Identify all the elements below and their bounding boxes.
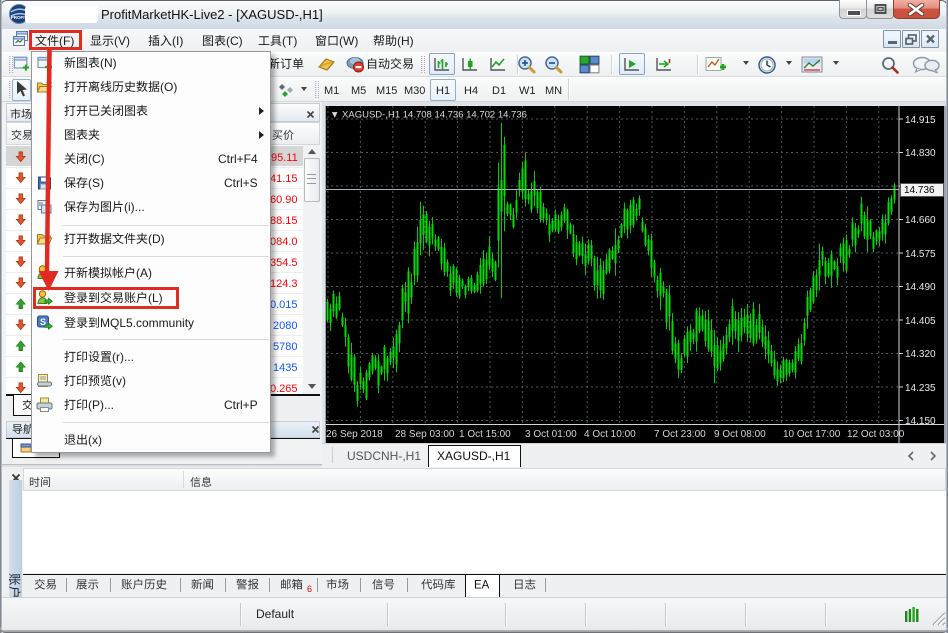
svg-text:2080: 2080 — [273, 320, 297, 332]
svg-text:14.915: 14.915 — [905, 115, 936, 126]
svg-text:M15: M15 — [376, 85, 397, 97]
svg-text:M5: M5 — [351, 85, 366, 97]
svg-text:EA: EA — [474, 580, 490, 592]
svg-text:(D): (D) — [148, 232, 165, 246]
svg-text:▼ XAGUSD-,H1 14.708 14.736 14.: ▼ XAGUSD-,H1 14.708 14.736 14.702 14.736 — [330, 110, 527, 121]
svg-text:14.320: 14.320 — [905, 349, 936, 360]
svg-text:XAGUSD-,H1: XAGUSD-,H1 — [437, 449, 511, 463]
svg-text:(V): (V) — [114, 34, 130, 48]
svg-text:9 Oct 08:00: 9 Oct 08:00 — [714, 429, 766, 440]
svg-text:Ctrl+P: Ctrl+P — [224, 398, 258, 412]
svg-text:D1: D1 — [492, 85, 506, 97]
svg-text:12 Oct 03:00: 12 Oct 03:00 — [847, 429, 905, 440]
svg-text:(i)...: (i)... — [124, 200, 145, 214]
svg-text:14.660: 14.660 — [905, 215, 936, 226]
svg-text:(P)...: (P)... — [88, 398, 114, 412]
svg-text:6: 6 — [307, 584, 312, 594]
svg-text:(W): (W) — [339, 34, 358, 48]
svg-text:(x): (x) — [88, 433, 102, 447]
svg-text:MQL5.community: MQL5.community — [100, 316, 194, 330]
svg-text:5780: 5780 — [273, 341, 297, 353]
svg-text:(C): (C) — [88, 152, 105, 166]
svg-text:7 Oct 23:00: 7 Oct 23:00 — [654, 429, 706, 440]
svg-text:Ctrl+F4: Ctrl+F4 — [218, 152, 258, 166]
svg-text:14.490: 14.490 — [905, 282, 936, 293]
svg-text:1 Oct 15:00: 1 Oct 15:00 — [459, 429, 511, 440]
svg-text:(H): (H) — [397, 34, 414, 48]
svg-text:(A): (A) — [136, 266, 152, 280]
svg-text:W1: W1 — [519, 85, 536, 97]
svg-text:14.575: 14.575 — [905, 249, 936, 260]
svg-text:28 Sep 03:00: 28 Sep 03:00 — [395, 429, 455, 440]
svg-text:(O): (O) — [160, 80, 177, 94]
svg-text:14.405: 14.405 — [905, 316, 936, 327]
svg-text:14.830: 14.830 — [905, 148, 936, 159]
svg-text:14.736: 14.736 — [904, 185, 935, 196]
svg-text:(T): (T) — [282, 34, 297, 48]
svg-text:26 Sep 2018: 26 Sep 2018 — [326, 429, 383, 440]
svg-text:4 Oct 10:00: 4 Oct 10:00 — [584, 429, 636, 440]
svg-text:(I): (I) — [172, 34, 183, 48]
svg-text:USDCNH-,H1: USDCNH-,H1 — [347, 449, 421, 463]
svg-text:Ctrl+S: Ctrl+S — [224, 176, 258, 190]
svg-text:(r)...: (r)... — [112, 350, 134, 364]
svg-text:M30: M30 — [404, 85, 425, 97]
svg-text:(C): (C) — [226, 34, 243, 48]
svg-text:(S): (S) — [88, 176, 104, 190]
svg-text:H4: H4 — [464, 85, 478, 97]
svg-text:MN: MN — [545, 85, 562, 97]
svg-text:14.150: 14.150 — [905, 416, 936, 427]
svg-text:ProfitMarketHK-Live2 - [XAGUSD: ProfitMarketHK-Live2 - [XAGUSD-,H1] — [101, 7, 323, 22]
svg-text:(v): (v) — [112, 374, 126, 388]
svg-text:(N): (N) — [100, 56, 117, 70]
svg-text:10 Oct 17:00: 10 Oct 17:00 — [783, 429, 841, 440]
svg-text:M1: M1 — [324, 85, 339, 97]
svg-text:Default: Default — [256, 607, 295, 621]
svg-text:H1: H1 — [436, 85, 450, 97]
svg-text:3 Oct 01:00: 3 Oct 01:00 — [525, 429, 577, 440]
svg-text:1435: 1435 — [273, 362, 297, 374]
svg-text:14.235: 14.235 — [905, 383, 936, 394]
